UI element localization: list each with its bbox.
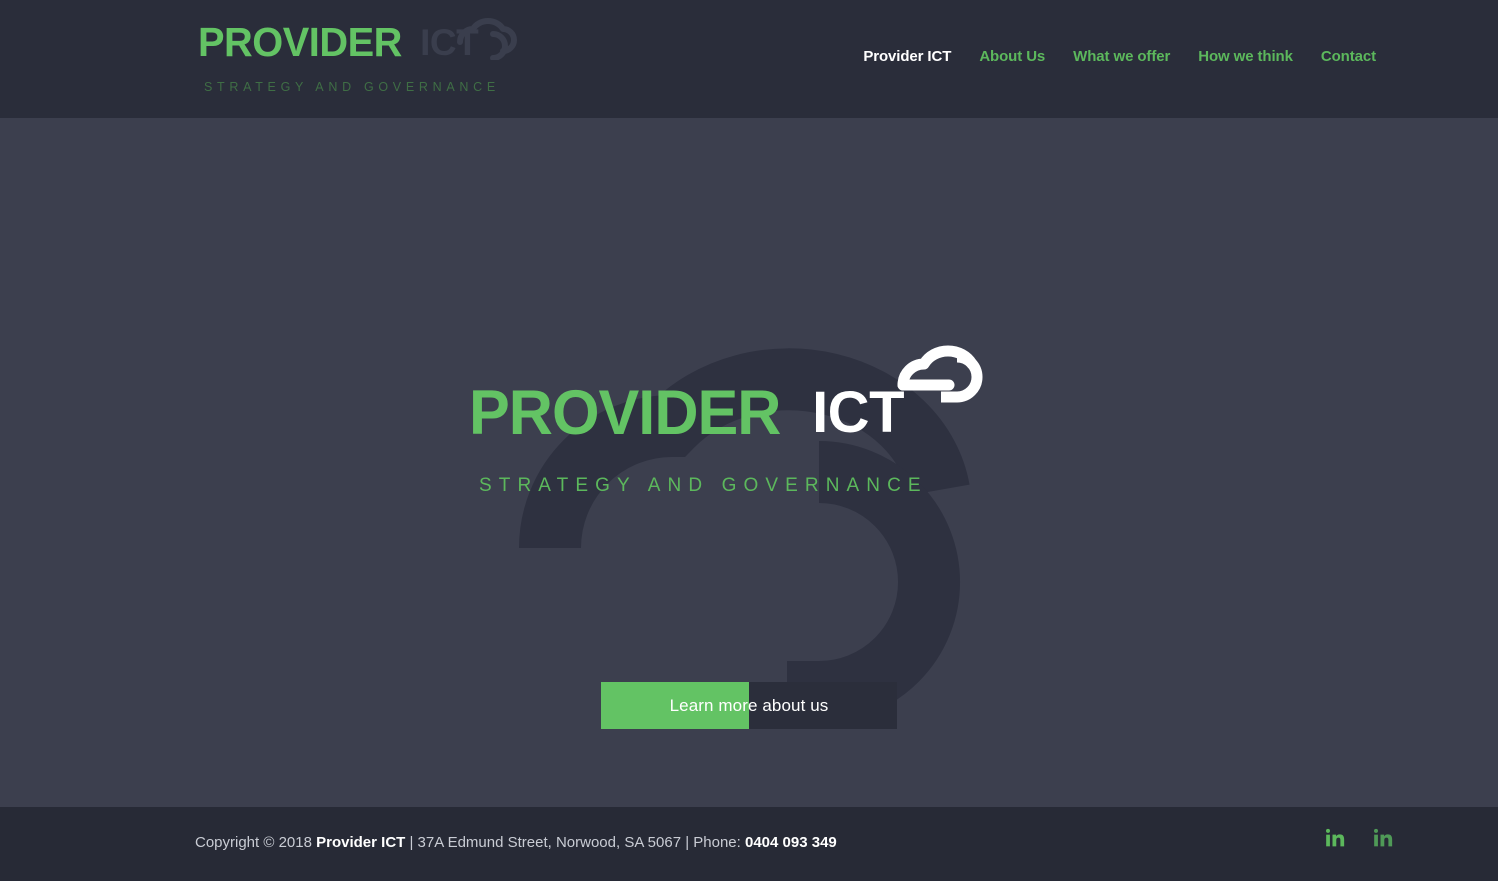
page-root: PROVIDER ICT STRATEGY AND GOVERNANCE Pro… <box>0 0 1498 881</box>
site-footer: Copyright © 2018 Provider ICT | 37A Edmu… <box>0 807 1498 881</box>
cloud-mark-icon <box>446 12 522 61</box>
nav-item-contact[interactable]: Contact <box>1307 44 1390 69</box>
nav-item-how-we-think[interactable]: How we think <box>1184 44 1307 69</box>
main-navigation: Provider ICT About Us What we offer How … <box>849 44 1390 69</box>
brand-logo-row: PROVIDER ICT <box>198 14 538 70</box>
hero-tagline: STRATEGY AND GOVERNANCE <box>479 475 928 496</box>
nav-item-what-we-offer[interactable]: What we offer <box>1059 44 1184 69</box>
brand-wordmark: PROVIDER <box>198 18 402 65</box>
footer-phone: 0404 093 349 <box>745 834 837 851</box>
linkedin-icon[interactable] <box>1324 825 1346 851</box>
brand-logo-link[interactable]: PROVIDER ICT STRATEGY AND GOVERNANCE <box>198 14 538 106</box>
hero-logo-row: PROVIDER ICT <box>469 345 1029 453</box>
learn-more-button-label: Learn more about us <box>669 696 829 715</box>
footer-social-links <box>1324 825 1394 851</box>
hero-logo: PROVIDER ICT STRATEGY AND GOVERNANCE <box>469 345 1029 513</box>
hero-content: PROVIDER ICT STRATEGY AND GOVERNANCE Lea… <box>0 118 1498 807</box>
footer-copyright: Copyright © 2018 Provider ICT | 37A Edmu… <box>195 834 837 852</box>
cta-container: Learn more about us <box>601 682 897 729</box>
hero-wordmark: PROVIDER <box>469 377 781 448</box>
footer-address: | 37A Edmund Street, Norwood, SA 5067 | … <box>405 834 745 851</box>
footer-company-name: Provider ICT <box>316 834 406 851</box>
hero-section: PROVIDER ICT STRATEGY AND GOVERNANCE Lea… <box>0 118 1498 807</box>
site-header: PROVIDER ICT STRATEGY AND GOVERNANCE Pro… <box>0 0 1498 118</box>
learn-more-button[interactable]: Learn more about us <box>601 682 897 729</box>
footer-copyright-prefix: Copyright © 2018 <box>195 834 317 851</box>
brand-tagline: STRATEGY AND GOVERNANCE <box>204 80 500 94</box>
nav-item-provider-ict[interactable]: Provider ICT <box>849 44 965 69</box>
cloud-mark-icon <box>887 331 1003 413</box>
linkedin-icon[interactable] <box>1372 825 1394 851</box>
nav-item-about-us[interactable]: About Us <box>965 44 1059 69</box>
